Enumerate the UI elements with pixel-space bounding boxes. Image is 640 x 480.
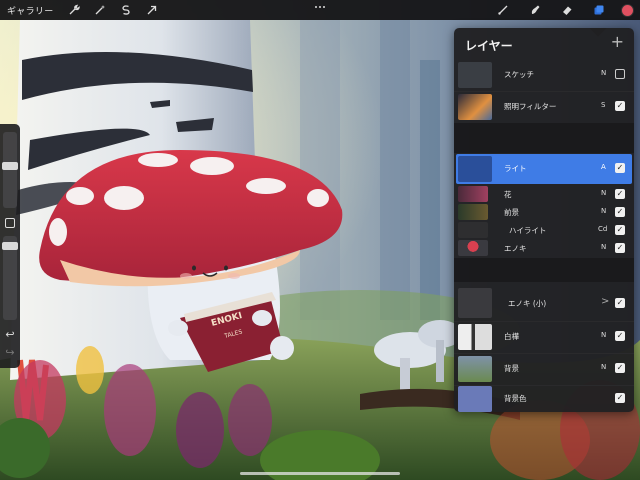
layer-thumbnail [458,324,492,350]
brush-opacity-slider[interactable] [2,236,18,320]
layer-visibility-checkbox[interactable] [615,69,625,79]
modify-button[interactable] [5,218,15,228]
layers-icon[interactable] [589,0,609,20]
layer-row[interactable]: 背景色 ✓ [456,384,632,412]
layer-name: 照明フィルター [504,102,557,111]
layer-name: エノキ [504,244,527,253]
layer-name: スケッチ [504,70,534,79]
brush-size-thumb[interactable] [2,162,18,170]
layer-row[interactable]: 花 N ✓ [456,185,632,203]
layer-name: 花 [504,190,512,199]
blend-mode-button[interactable]: A [601,163,606,171]
layer-row[interactable]: 背景 N ✓ [456,354,632,384]
brush-opacity-thumb[interactable] [2,242,18,250]
layer-row[interactable]: 照明フィルター S ✓ [456,92,632,122]
left-sidebar: ↩ ↪ [0,124,20,368]
layer-name: 背景色 [504,394,527,403]
layer-visibility-checkbox[interactable]: ✓ [615,298,625,308]
home-indicator [240,472,400,475]
layer-thumbnail [458,186,488,202]
smudge-icon[interactable] [525,0,545,20]
undo-icon[interactable]: ↩ [3,328,17,341]
blend-mode-button[interactable]: N [601,331,606,339]
color-picker-swatch[interactable] [621,3,634,17]
layer-row[interactable]: エノキ N ✓ [456,239,632,257]
gallery-button[interactable]: ギャラリー [7,4,54,17]
layer-name: 白樺 [504,332,519,341]
layer-thumbnail [458,156,492,182]
layer-visibility-checkbox[interactable]: ✓ [615,225,625,235]
layer-name: ハイライト [509,226,547,235]
blend-mode-button[interactable]: N [601,207,606,215]
layer-visibility-checkbox[interactable]: ✓ [615,163,625,173]
selection-icon[interactable] [116,0,136,20]
layer-thumbnail [458,356,492,382]
more-options-icon[interactable] [312,1,328,13]
brush-size-slider[interactable] [2,132,18,208]
blend-mode-button[interactable]: N [601,363,606,371]
layer-visibility-checkbox[interactable]: ✓ [615,363,625,373]
layer-row[interactable]: スケッチ N [456,60,632,90]
layer-name: ライト [504,164,527,173]
layers-panel: レイヤー + スケッチ N 照明フィルター S ✓ ライト A ✓ 花 N ✓ … [454,28,634,412]
transform-arrow-icon[interactable] [142,0,162,20]
layer-thumbnail [458,288,492,318]
background-color-swatch[interactable] [458,386,492,412]
wrench-icon[interactable] [64,0,84,20]
layer-thumbnail [458,62,492,88]
layer-row[interactable]: 白樺 N ✓ [456,322,632,352]
eraser-icon[interactable] [557,0,577,20]
layer-visibility-checkbox[interactable]: ✓ [615,189,625,199]
top-toolbar: ギャラリー [0,0,640,20]
brush-icon[interactable] [493,0,513,20]
layer-thumbnail [458,240,488,256]
layer-row[interactable]: ハイライト Cd ✓ [456,221,632,239]
layer-name: 背景 [504,364,519,373]
add-layer-button[interactable]: + [611,34,624,50]
blend-mode-button[interactable]: N [601,243,606,251]
layers-panel-header: レイヤー + [454,28,634,60]
layer-row-selected[interactable]: ライト A ✓ [456,154,632,184]
layer-group-row[interactable]: エノキ (小) > ✓ [456,286,632,320]
layer-visibility-checkbox[interactable]: ✓ [615,393,625,403]
magic-wand-icon[interactable] [90,0,110,20]
layer-name: エノキ (小) [508,299,547,308]
layer-name: 前景 [504,208,519,217]
layers-panel-title: レイヤー [465,39,513,53]
blend-mode-button[interactable]: Cd [598,225,607,233]
layer-visibility-checkbox[interactable]: ✓ [615,101,625,111]
layer-visibility-checkbox[interactable]: ✓ [615,243,625,253]
chevron-right-icon[interactable]: > [601,296,609,307]
layer-thumbnail [458,222,488,238]
layer-thumbnail [458,204,488,220]
layer-visibility-checkbox[interactable]: ✓ [615,331,625,341]
layer-visibility-checkbox[interactable]: ✓ [615,207,625,217]
blend-mode-button[interactable]: S [601,101,605,109]
redo-icon[interactable]: ↪ [3,346,17,359]
layer-thumbnail [458,94,492,120]
blend-mode-button[interactable]: N [601,69,606,77]
layer-row[interactable]: 前景 N ✓ [456,203,632,221]
blend-mode-button[interactable]: N [601,189,606,197]
